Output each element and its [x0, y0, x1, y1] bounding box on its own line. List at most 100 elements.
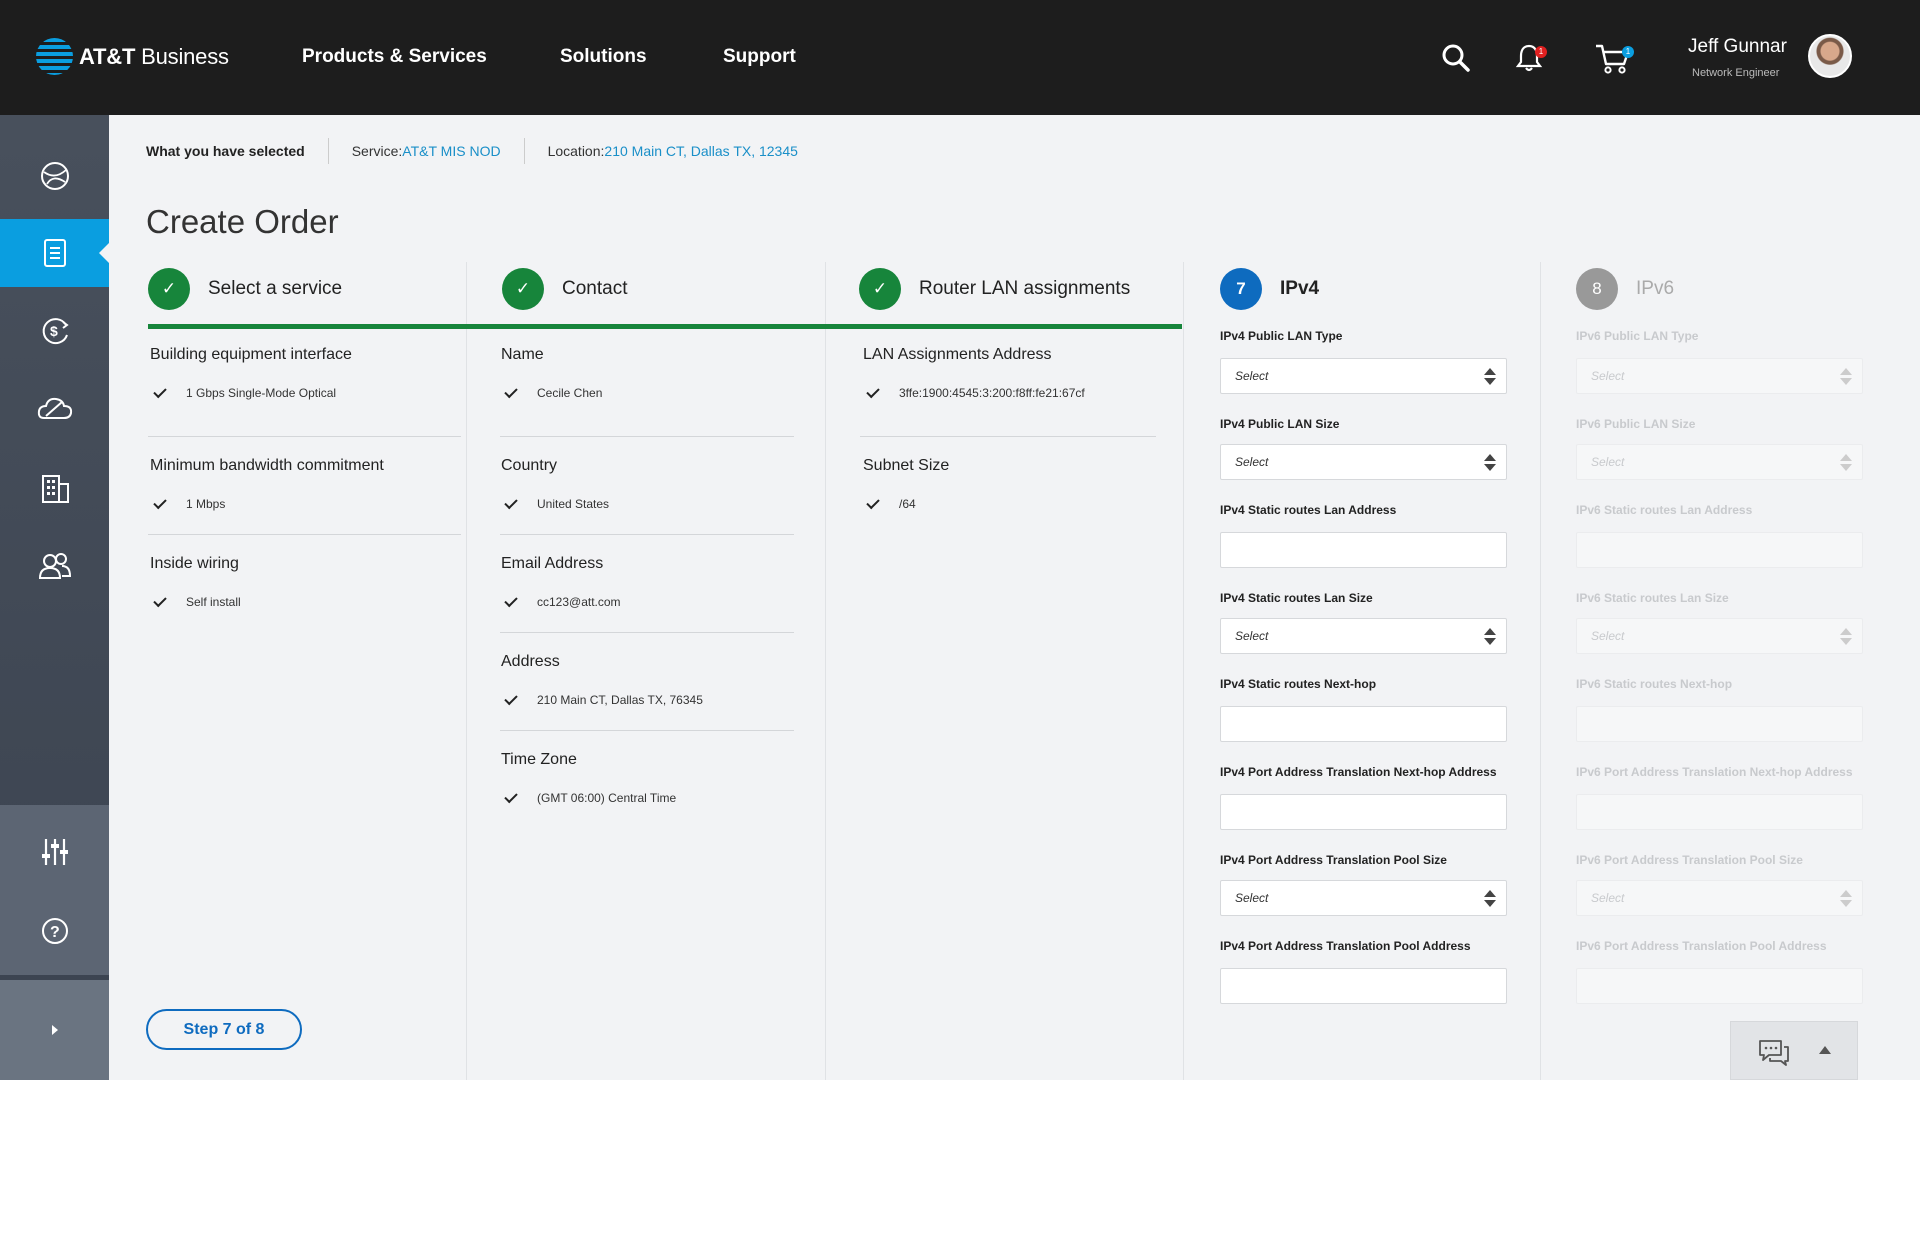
ipv6-public-lan-type-select: Select	[1576, 358, 1863, 394]
field-label: Subnet Size	[863, 457, 950, 474]
step-router-lan[interactable]: ✓ Router LAN assignments	[859, 268, 1130, 310]
divider	[500, 632, 794, 633]
form-label: IPv6 Port Address Translation Next-hop A…	[1576, 765, 1853, 779]
divider	[500, 436, 794, 437]
service-link[interactable]: AT&T MIS NOD	[402, 143, 500, 159]
ipv4-static-routes-lan-address-input[interactable]	[1220, 532, 1507, 568]
contact-field: Email Address cc123@att.com	[501, 555, 621, 609]
user-name[interactable]: Jeff Gunnar	[1688, 36, 1787, 58]
check-icon	[866, 384, 880, 398]
nav-products-services[interactable]: Products & Services	[302, 46, 487, 68]
field-label: Minimum bandwidth commitment	[150, 457, 384, 474]
ipv4-pat-pool-size-select[interactable]: Select	[1220, 880, 1507, 916]
sidebar: $ ?	[0, 115, 109, 1080]
avatar[interactable]	[1808, 34, 1852, 78]
column-divider	[466, 262, 467, 1080]
form-label: IPv4 Port Address Translation Next-hop A…	[1220, 765, 1497, 779]
svg-text:?: ?	[50, 924, 60, 941]
nav-support[interactable]: Support	[723, 46, 796, 68]
sidebar-expand-button[interactable]	[0, 980, 109, 1080]
selection-summary-title: What you have selected	[146, 143, 305, 159]
step-label: IPv6	[1636, 278, 1675, 299]
divider	[148, 436, 461, 437]
progress-bar	[148, 324, 1182, 329]
field-label: Country	[501, 457, 558, 474]
field-value: United States	[501, 495, 609, 511]
step-label: Router LAN assignments	[919, 278, 1131, 299]
step-select-service[interactable]: ✓ Select a service	[148, 268, 342, 310]
ipv6-static-routes-lan-size-select: Select	[1576, 618, 1863, 654]
ipv4-static-routes-next-hop-input[interactable]	[1220, 706, 1507, 742]
service-label: Service:	[351, 143, 403, 159]
sidebar-item-billing[interactable]: $	[0, 297, 109, 365]
ipv4-pat-pool-address-input[interactable]	[1220, 968, 1507, 1004]
field-label: Inside wiring	[150, 555, 239, 572]
step-number: 8	[1576, 268, 1618, 310]
step-ipv6[interactable]: 8 IPv6	[1576, 268, 1674, 310]
caret-up-icon[interactable]	[1819, 1046, 1831, 1054]
brand-logo[interactable]: AT&T Business	[36, 38, 229, 75]
sidebar-item-settings[interactable]	[0, 818, 109, 886]
contact-field: Country United States	[501, 457, 609, 511]
step-complete-icon: ✓	[148, 268, 190, 310]
form-label: IPv4 Public LAN Size	[1220, 417, 1340, 431]
sidebar-item-cloud[interactable]	[0, 375, 109, 443]
step-progress-button[interactable]: Step 7 of 8	[146, 1009, 302, 1050]
ipv4-pat-next-hop-address-input[interactable]	[1220, 794, 1507, 830]
step-number: 7	[1220, 268, 1262, 310]
field-value: Cecile Chen	[501, 384, 602, 400]
form-label: IPv6 Static routes Lan Size	[1576, 591, 1729, 605]
router-field: LAN Assignments Address 3ffe:1900:4545:3…	[863, 346, 1085, 400]
sidebar-item-network[interactable]	[0, 142, 109, 210]
location-label: Location:	[547, 143, 605, 159]
check-icon	[504, 495, 518, 509]
divider	[500, 730, 794, 731]
check-icon	[504, 691, 518, 705]
column-divider	[825, 262, 826, 1080]
form-label: IPv4 Static routes Next-hop	[1220, 677, 1377, 691]
building-icon	[41, 475, 69, 503]
chat-widget[interactable]	[1730, 1021, 1858, 1080]
svg-text:$: $	[50, 323, 58, 339]
column-divider	[1540, 262, 1541, 1080]
check-icon	[153, 593, 167, 607]
top-bar: AT&T Business Products & Services Soluti…	[0, 0, 1920, 115]
form-label: IPv4 Port Address Translation Pool Size	[1220, 853, 1447, 867]
ipv6-static-routes-lan-address-input	[1576, 532, 1863, 568]
step-ipv4[interactable]: 7 IPv4	[1220, 268, 1319, 310]
field-value: 1 Gbps Single-Mode Optical	[150, 384, 352, 400]
sidebar-item-sites[interactable]	[0, 453, 109, 521]
field-label: Building equipment interface	[150, 346, 352, 363]
router-field: Subnet Size /64	[863, 457, 949, 511]
check-icon	[866, 495, 880, 509]
ipv6-pat-next-hop-address-input	[1576, 794, 1863, 830]
cloud-icon	[37, 397, 72, 419]
step-contact[interactable]: ✓ Contact	[502, 268, 627, 310]
divider	[523, 138, 525, 164]
select-arrows-icon	[1840, 454, 1852, 472]
att-globe-icon	[36, 38, 73, 75]
user-role: Network Engineer	[1692, 67, 1780, 79]
form-label: IPv6 Static routes Lan Address	[1576, 503, 1753, 517]
cart-button[interactable]: 1	[1594, 42, 1634, 76]
sidebar-item-orders[interactable]	[0, 219, 109, 287]
brand-name: AT&T Business	[79, 43, 229, 69]
select-arrows-icon	[1840, 890, 1852, 908]
search-icon[interactable]	[1440, 42, 1472, 74]
ipv4-static-routes-lan-size-select[interactable]: Select	[1220, 618, 1507, 654]
notifications-button[interactable]: 1	[1513, 42, 1547, 76]
ipv4-public-lan-size-select[interactable]: Select	[1220, 444, 1507, 480]
ipv4-public-lan-type-select[interactable]: Select	[1220, 358, 1507, 394]
location-link[interactable]: 210 Main CT, Dallas TX, 12345	[604, 143, 798, 159]
field-value: 1 Mbps	[150, 495, 384, 511]
sidebar-item-users[interactable]	[0, 532, 109, 600]
divider	[148, 534, 461, 535]
sidebar-tools: ?	[0, 805, 109, 975]
sidebar-item-help[interactable]: ?	[0, 897, 109, 965]
form-label: IPv6 Public LAN Size	[1576, 417, 1696, 431]
ipv6-static-routes-next-hop-input	[1576, 706, 1863, 742]
step-label: Contact	[562, 278, 628, 299]
ipv6-pat-pool-size-select: Select	[1576, 880, 1863, 916]
form-label: IPv4 Port Address Translation Pool Addre…	[1220, 939, 1471, 953]
nav-solutions[interactable]: Solutions	[560, 46, 647, 68]
